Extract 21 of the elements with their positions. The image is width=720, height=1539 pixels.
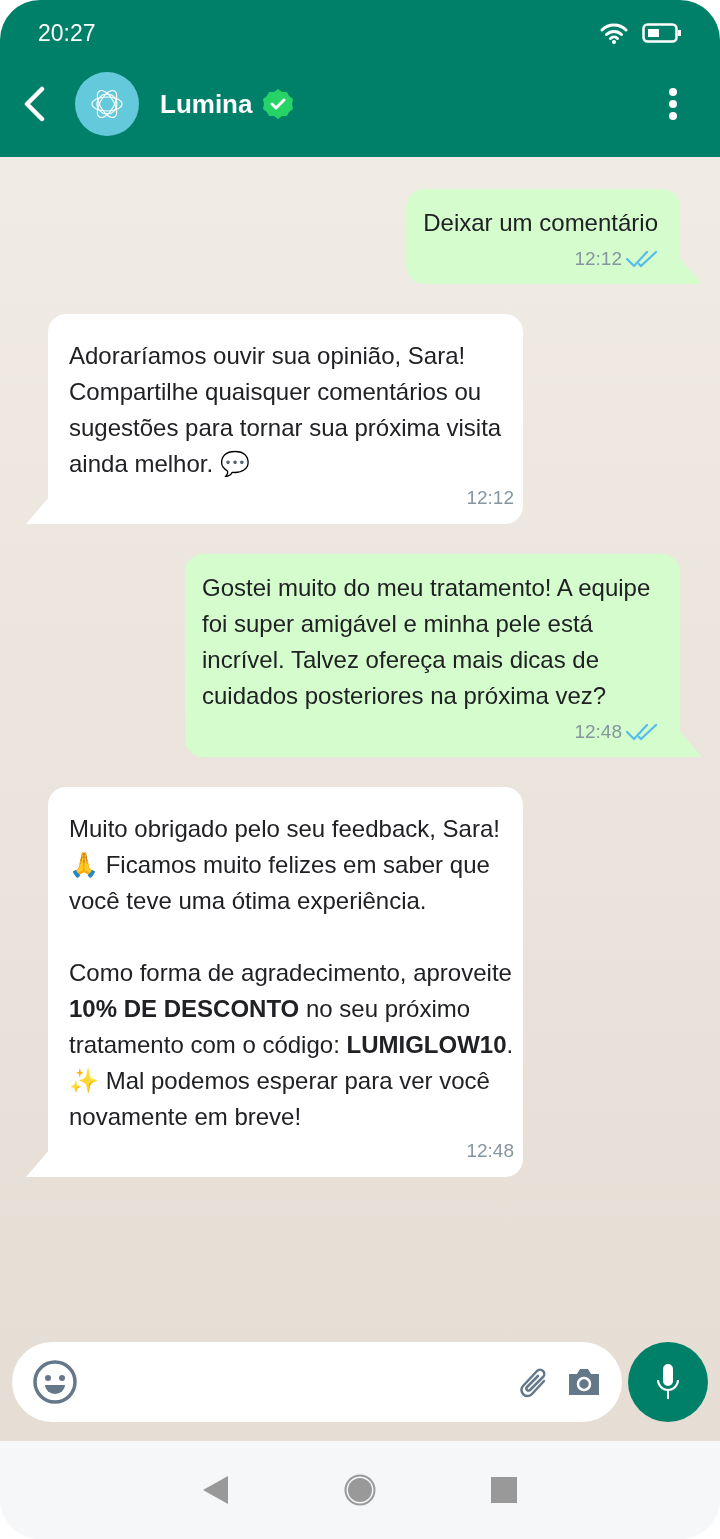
nav-home-icon[interactable] <box>344 1474 376 1506</box>
message-text: Muito obrigado pelo seu feedback, Sara! 🙏 Ficamos muito felizes em saber que você teve uma ótima experiência. Como forma de agradecimento, aproveite 10% DE DESCONTO no seu próximo tratamento com o código: LUMIGLOW10. ✨ Mal podemos esperar para ver você novamente em breve! <box>69 813 514 1132</box>
battery-icon <box>642 22 682 44</box>
nav-back-icon[interactable] <box>203 1476 229 1504</box>
microphone-icon <box>655 1363 681 1401</box>
contact-name[interactable]: Lumina <box>160 84 253 124</box>
camera-icon[interactable] <box>566 1367 602 1397</box>
message-time: 12:48 <box>466 1138 514 1163</box>
more-icon <box>668 88 678 120</box>
message-text: Adoraríamos ouvir sua opinião, Sara! Compartilhe quaisquer comentários ou sugestões para tornar sua próxima visita ainda melhor. 💬 <box>69 340 503 479</box>
message-time: 12:12 <box>466 485 514 510</box>
status-time: 20:27 <box>38 18 96 48</box>
message-text: Gostei muito do meu tratamento! A equipe foi super amigável e minha pele está incrível. Talvez ofereça mais dicas de cuidados posteriores na próxima vez? <box>202 573 652 711</box>
menu-button[interactable] <box>668 87 680 121</box>
message-time: 12:12 <box>574 247 622 271</box>
atom-icon <box>90 87 124 121</box>
emoji-icon <box>32 1359 78 1405</box>
wifi-icon <box>600 22 628 44</box>
message-text: Deixar um comentário <box>423 208 658 238</box>
message-time: 12:48 <box>574 720 622 744</box>
back-icon <box>22 86 46 122</box>
